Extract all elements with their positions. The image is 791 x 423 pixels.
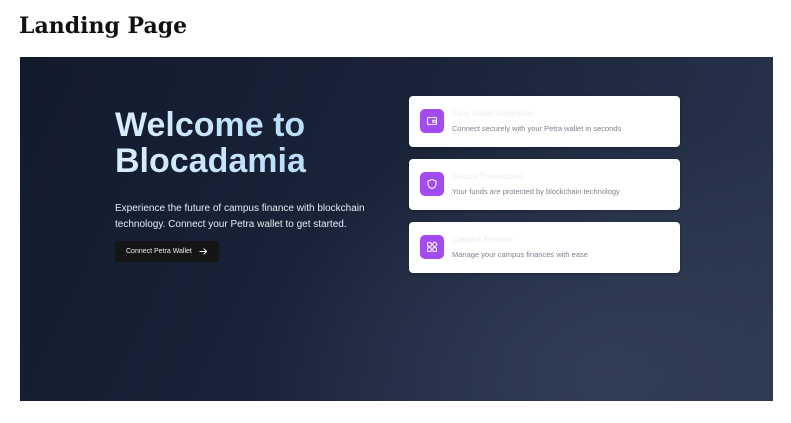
page-heading: Landing Page bbox=[19, 13, 188, 39]
hero-section: Welcome to Blocadamia Experience the fut… bbox=[20, 57, 773, 401]
feature-description: Manage your campus finances with ease bbox=[452, 250, 588, 259]
hero-description: Experience the future of campus finance … bbox=[115, 203, 365, 230]
hero-title-line-1: Welcome to bbox=[115, 106, 306, 144]
wallet-icon bbox=[420, 109, 444, 133]
apps-grid-icon bbox=[420, 235, 444, 259]
hero-title-line-2: Blocadamia bbox=[115, 142, 306, 180]
feature-title: Easy Wallet Integration bbox=[452, 109, 534, 118]
feature-card-security: Secure Transactions Your funds are prote… bbox=[409, 159, 680, 210]
feature-title: Secure Transactions bbox=[452, 172, 525, 181]
shield-icon bbox=[420, 172, 444, 196]
features-list: Easy Wallet Integration Connect securely… bbox=[409, 96, 680, 285]
feature-card-wallet: Easy Wallet Integration Connect securely… bbox=[409, 96, 680, 147]
feature-card-campus-finance: Campus Finance Manage your campus financ… bbox=[409, 222, 680, 273]
hero-title: Welcome to Blocadamia bbox=[115, 107, 390, 179]
connect-wallet-button[interactable]: Connect Petra Wallet bbox=[115, 241, 219, 262]
connect-wallet-button-label: Connect Petra Wallet bbox=[126, 248, 192, 255]
feature-description: Connect securely with your Petra wallet … bbox=[452, 124, 622, 133]
feature-description: Your funds are protected by blockchain t… bbox=[452, 187, 620, 196]
feature-title: Campus Finance bbox=[452, 235, 513, 244]
hero-intro: Welcome to Blocadamia Experience the fut… bbox=[115, 107, 390, 262]
arrow-right-icon bbox=[199, 247, 208, 256]
